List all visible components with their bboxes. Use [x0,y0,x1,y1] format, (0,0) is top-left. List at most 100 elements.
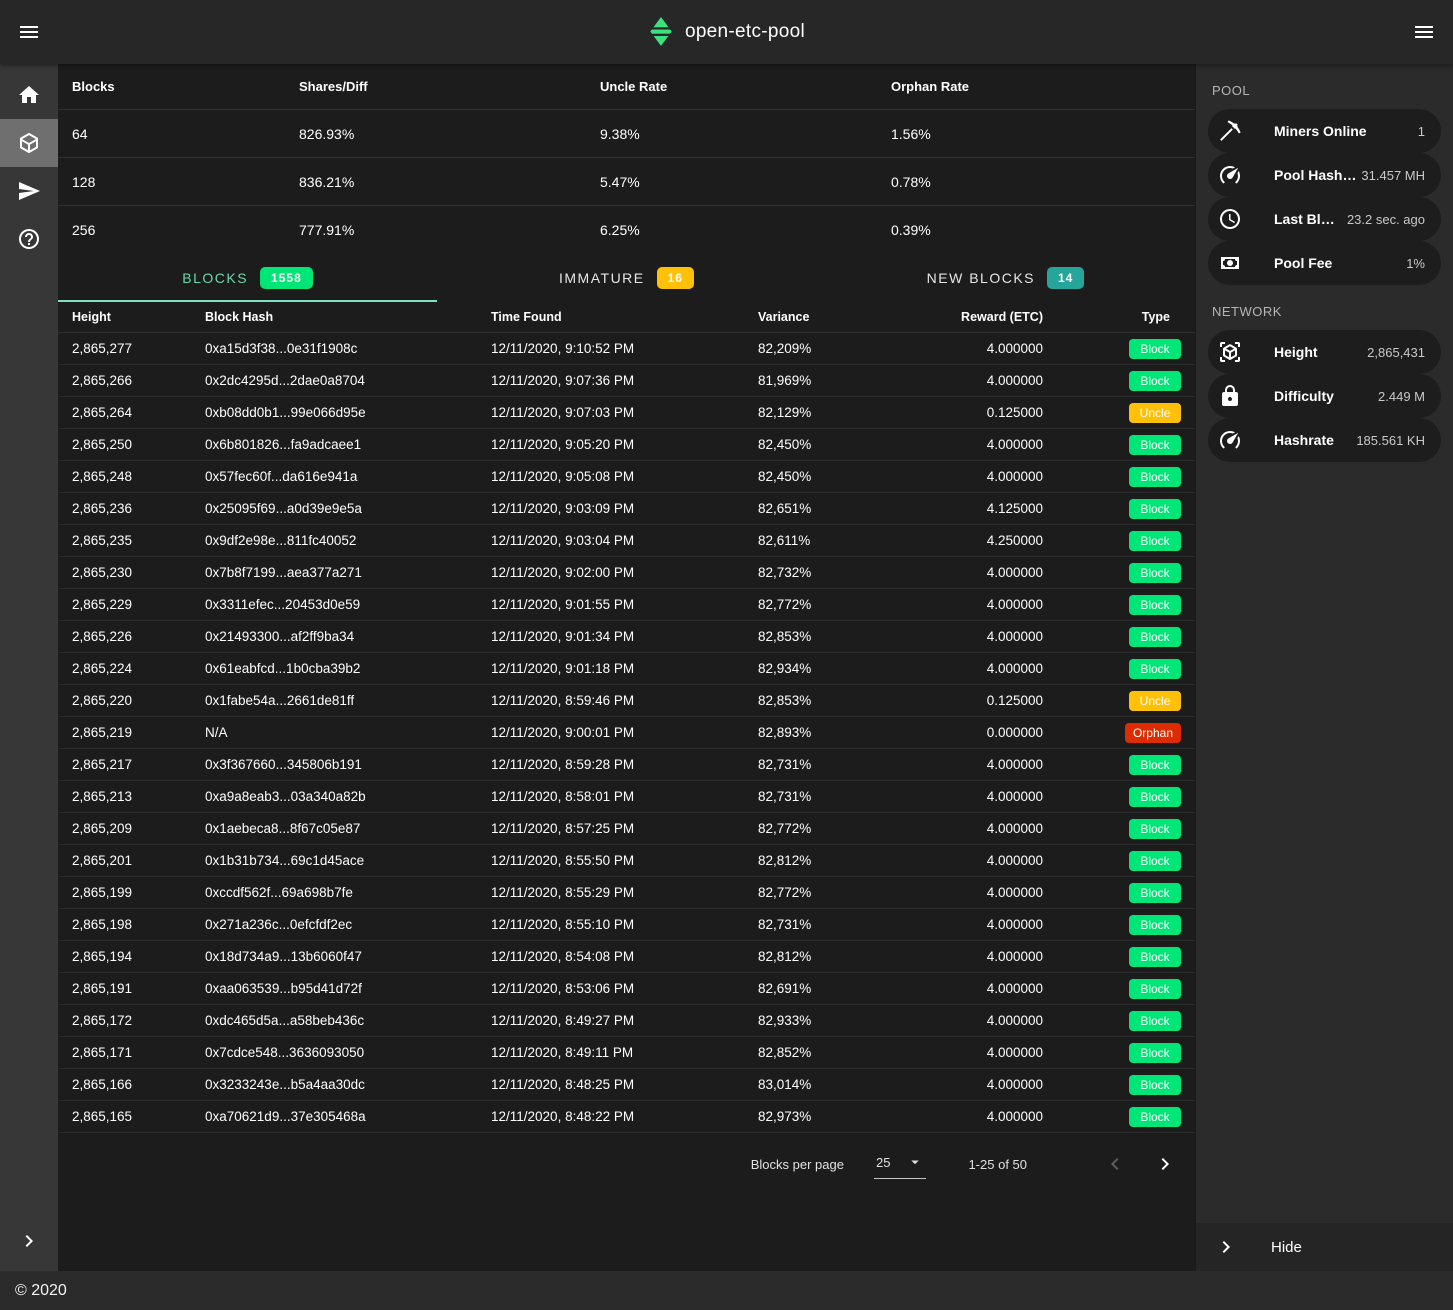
block-time: 12/11/2020, 8:59:46 PM [491,693,758,708]
block-row: 2,865,2130xa9a8eab3...03a340a82b12/11/20… [58,781,1195,813]
blocks-header-hash: Block Hash [205,310,491,324]
block-row: 2,865,1910xaa063539...b95d41d72f12/11/20… [58,973,1195,1005]
stat-label: Miners Online [1274,123,1414,139]
block-type-badge: Block [1129,979,1181,999]
block-hash: 0xdc465d5a...a58beb436c [205,1013,491,1028]
block-row: 2,865,2640xb08dd0b1...99e066d95e12/11/20… [58,397,1195,429]
block-row: 2,865,1940x18d734a9...13b6060f4712/11/20… [58,941,1195,973]
sidebar-item-home[interactable] [0,71,58,119]
clock-icon [1218,207,1242,231]
block-hash: 0x18d734a9...13b6060f47 [205,949,491,964]
tab-new-blocks[interactable]: NEW BLOCKS14 [816,254,1195,302]
block-reward: 4.000000 [938,949,1043,964]
menu-button-right[interactable] [1412,20,1436,44]
block-time: 12/11/2020, 8:49:11 PM [491,1045,758,1060]
block-type-badge: Block [1129,339,1181,359]
block-row: 2,865,1720xdc465d5a...a58beb436c12/11/20… [58,1005,1195,1037]
sidebar-item-blocks[interactable] [0,119,58,167]
block-time: 12/11/2020, 9:00:01 PM [491,725,758,740]
block-variance: 82,933% [758,1013,938,1028]
send-icon [17,179,41,203]
block-height: 2,865,191 [72,981,205,996]
left-sidebar [0,64,58,1271]
block-variance: 82,934% [758,661,938,676]
menu-button-left[interactable] [17,20,41,44]
block-time: 12/11/2020, 8:58:01 PM [491,789,758,804]
block-reward: 4.000000 [938,821,1043,836]
blocks-header-reward: Reward (ETC) [938,310,1043,324]
block-row: 2,865,1710x7cdce548...363609305012/11/20… [58,1037,1195,1069]
block-height: 2,865,217 [72,757,205,772]
per-page-select[interactable]: 25 [874,1149,926,1179]
block-reward: 4.000000 [938,1045,1043,1060]
block-reward: 0.125000 [938,405,1043,420]
stats-table-body: 64826.93%9.38%1.56%128836.21%5.47%0.78%2… [58,110,1195,254]
sidebar-item-help[interactable] [0,215,58,263]
block-hash: 0xa15d3f38...0e31f1908c [205,341,491,356]
tab-immature[interactable]: IMMATURE16 [437,254,816,302]
stat-value: 2.449 M [1378,389,1425,404]
block-type-badge: Block [1129,915,1181,935]
previous-page-button[interactable] [1103,1152,1127,1176]
block-time: 12/11/2020, 8:49:27 PM [491,1013,758,1028]
block-hash: 0x61eabfcd...1b0cba39b2 [205,661,491,676]
block-reward: 4.000000 [938,1109,1043,1124]
block-time: 12/11/2020, 8:55:10 PM [491,917,758,932]
tab-count-badge: 1558 [260,267,313,289]
block-hash: N/A [205,725,491,740]
block-hash: 0x57fec60f...da616e941a [205,469,491,484]
block-type-badge: Block [1129,627,1181,647]
block-reward: 0.125000 [938,693,1043,708]
pool-section-title: POOL [1196,64,1453,109]
block-hash: 0x3233243e...b5a4aa30dc [205,1077,491,1092]
block-variance: 81,969% [758,373,938,388]
block-type-badge: Block [1129,531,1181,551]
block-row: 2,865,1660x3233243e...b5a4aa30dc12/11/20… [58,1069,1195,1101]
block-type-badge: Block [1129,1043,1181,1063]
stats-cell: 1.56% [891,126,1195,142]
block-type-badge: Block [1129,467,1181,487]
block-reward: 4.000000 [938,629,1043,644]
block-row: 2,865,2480x57fec60f...da616e941a12/11/20… [58,461,1195,493]
hamburger-icon [1412,20,1436,44]
block-variance: 82,812% [758,853,938,868]
block-height: 2,865,199 [72,885,205,900]
stat-value: 23.2 sec. ago [1347,212,1425,227]
block-row: 2,865,1990xccdf562f...69a698b7fe12/11/20… [58,877,1195,909]
block-type-badge: Uncle [1129,403,1181,423]
stat-value: 2,865,431 [1367,345,1425,360]
tab-blocks[interactable]: BLOCKS1558 [58,254,437,302]
block-hash: 0x21493300...af2ff9ba34 [205,629,491,644]
block-row: 2,865,2170x3f367660...345806b19112/11/20… [58,749,1195,781]
home-icon [17,83,41,107]
footer: © 2020 [0,1271,1453,1310]
block-time: 12/11/2020, 9:01:18 PM [491,661,758,676]
block-variance: 82,651% [758,501,938,516]
block-type-badge: Block [1129,595,1181,615]
sidebar-expand-button[interactable] [0,1229,58,1253]
hide-sidebar-button[interactable]: Hide [1196,1223,1453,1271]
block-time: 12/11/2020, 9:07:03 PM [491,405,758,420]
block-height: 2,865,230 [72,565,205,580]
stats-cell: 64 [72,126,299,142]
stats-cell: 826.93% [299,126,600,142]
pagination-bar: Blocks per page 25 1-25 of 50 [58,1133,1195,1195]
block-time: 12/11/2020, 8:55:29 PM [491,885,758,900]
block-time: 12/11/2020, 9:01:55 PM [491,597,758,612]
network-stat-height: Height2,865,431 [1208,330,1441,374]
tabs-bar: BLOCKS1558IMMATURE16NEW BLOCKS14 [58,254,1195,302]
block-time: 12/11/2020, 8:54:08 PM [491,949,758,964]
sidebar-item-payments[interactable] [0,167,58,215]
next-page-button[interactable] [1153,1152,1177,1176]
tab-label: NEW BLOCKS [927,270,1035,286]
block-type-badge: Block [1129,499,1181,519]
block-row: 2,865,2090x1aebeca8...8f67c05e8712/11/20… [58,813,1195,845]
stat-value: 1% [1406,256,1425,271]
stats-cell: 128 [72,174,299,190]
block-height: 2,865,219 [72,725,205,740]
block-reward: 4.000000 [938,917,1043,932]
cube-icon [17,131,41,155]
block-variance: 82,852% [758,1045,938,1060]
block-row: 2,865,2290x3311efec...20453d0e5912/11/20… [58,589,1195,621]
block-height: 2,865,236 [72,501,205,516]
